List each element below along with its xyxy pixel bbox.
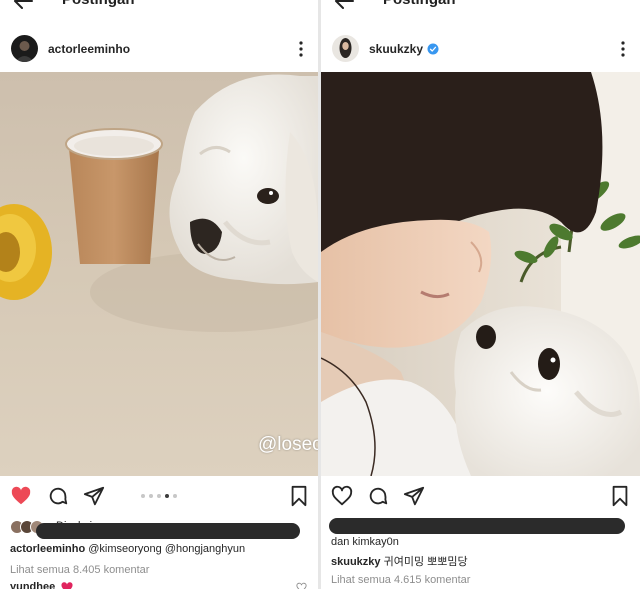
post-header: skuukzky xyxy=(321,30,640,68)
carousel-indicator xyxy=(141,494,177,498)
share-icon[interactable] xyxy=(83,485,105,507)
more-icon[interactable] xyxy=(620,39,626,59)
page-title: Postingan xyxy=(62,0,135,8)
carousel-dot xyxy=(149,494,153,498)
post-photo[interactable] xyxy=(0,72,318,476)
username[interactable]: actorleeminho xyxy=(48,42,130,56)
caption-username[interactable]: actorleeminho xyxy=(10,543,85,555)
heart-icon[interactable] xyxy=(10,485,32,507)
view-all-comments[interactable]: Lihat semua 8.405 komentar xyxy=(10,564,149,576)
carousel-dot xyxy=(157,494,161,498)
caption: skuukzky 귀여미밍 뽀뽀밈당 xyxy=(331,553,468,569)
carousel-dot-active xyxy=(165,494,169,498)
comment: yundhee xyxy=(10,581,73,589)
share-icon[interactable] xyxy=(403,485,425,507)
left-post: Postingan actorleeminho xyxy=(0,0,318,589)
page-title: Postingan xyxy=(383,0,456,8)
topbar: Postingan xyxy=(321,0,640,12)
verified-badge-icon xyxy=(427,43,439,55)
comment-username[interactable]: yundhee xyxy=(10,581,55,589)
avatar[interactable] xyxy=(332,35,359,62)
caption: actorleeminho @kimseoryong @hongjanghyun xyxy=(10,543,245,555)
back-arrow-icon[interactable] xyxy=(333,0,355,12)
view-all-comments[interactable]: Lihat semua 4.615 komentar xyxy=(331,574,470,586)
carousel-dot xyxy=(173,494,177,498)
right-post: Postingan skuukzky xyxy=(321,0,640,589)
username[interactable]: skuukzky xyxy=(369,42,439,56)
post-photo[interactable] xyxy=(321,72,640,476)
back-arrow-icon[interactable] xyxy=(12,0,34,12)
more-icon[interactable] xyxy=(298,39,304,59)
topbar: Postingan xyxy=(0,0,318,12)
heart-emoji-icon xyxy=(61,581,73,589)
bookmark-icon[interactable] xyxy=(609,485,631,507)
redaction-bar xyxy=(36,523,300,539)
comment-like-icon[interactable] xyxy=(296,582,307,589)
heart-icon[interactable] xyxy=(331,485,353,507)
avatar[interactable] xyxy=(11,35,38,62)
caption-text: 귀여미밍 뽀뽀밈당 xyxy=(383,556,468,568)
action-bar xyxy=(321,484,640,510)
comment-icon[interactable] xyxy=(47,485,69,507)
watermark: @loseoflove_ xyxy=(258,434,318,455)
redaction-bar xyxy=(329,518,625,534)
action-bar xyxy=(0,484,318,510)
post-header: actorleeminho xyxy=(0,30,318,68)
bookmark-icon[interactable] xyxy=(288,485,310,507)
caption-username[interactable]: skuukzky xyxy=(331,556,381,568)
likes-text[interactable]: dan kimkay0n xyxy=(331,536,399,548)
comment-icon[interactable] xyxy=(367,485,389,507)
caption-text[interactable]: @kimseoryong @hongjanghyun xyxy=(88,543,245,555)
carousel-dot xyxy=(141,494,145,498)
